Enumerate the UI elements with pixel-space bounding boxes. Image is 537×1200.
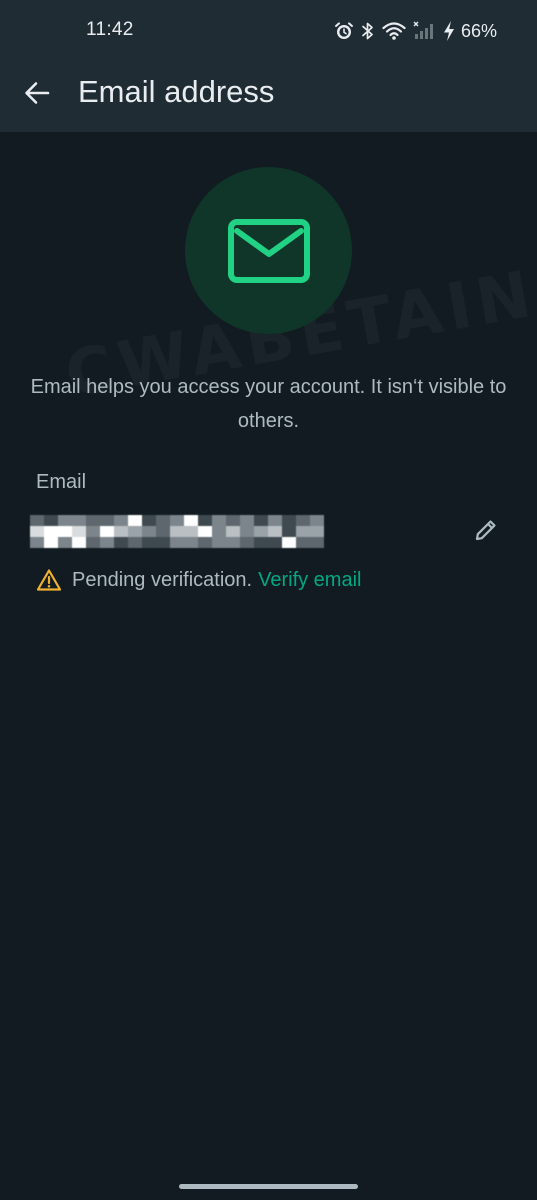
redaction-pixel [100,525,114,537]
redaction-pixel [58,514,72,526]
redaction-pixel [282,525,296,537]
redaction-pixel [268,525,282,537]
redaction-pixel [170,536,184,548]
redaction-pixel [240,536,254,548]
redaction-pixel [198,525,212,537]
redaction-pixel [268,514,282,526]
redaction-pixel [156,525,170,537]
redaction-pixel [156,514,170,526]
status-icons: 66% [334,18,497,44]
alarm-icon [334,21,354,41]
redaction-pixel [254,536,268,548]
redaction-pixel [254,514,268,526]
back-button[interactable] [16,72,58,114]
redaction-pixel [128,536,142,548]
redaction-pixel [226,514,240,526]
redaction-pixel [72,525,86,537]
redaction-pixel [128,525,142,537]
redaction-pixel [296,514,310,526]
envelope-icon [227,218,310,283]
redaction-pixel [296,525,310,537]
redaction-pixel [44,536,58,548]
redaction-pixel [198,536,212,548]
redaction-pixel [184,525,198,537]
app-bar: Email address [0,62,537,132]
redaction-pixel [296,536,310,548]
redaction-pixel [86,514,100,526]
no-signal-icon [413,21,435,41]
redaction-pixel [30,514,44,526]
warning-icon [36,569,62,591]
redaction-pixel [240,525,254,537]
redaction-pixel [100,536,114,548]
redaction-pixel [282,514,296,526]
page-title: Email address [78,74,275,109]
redaction-pixel [58,525,72,537]
redaction-pixel [282,536,296,548]
redaction-pixel [254,525,268,537]
pencil-icon [475,520,496,541]
redaction-pixel [30,525,44,537]
redaction-pixel [58,536,72,548]
gesture-nav-handle[interactable] [179,1184,358,1189]
verification-status-row: Pending verification. Verify email [36,565,361,595]
redaction-pixel [226,525,240,537]
redaction-pixel [128,514,142,526]
bluetooth-icon [361,21,375,41]
redaction-pixel [226,536,240,548]
redaction-pixel [310,536,324,548]
redaction-pixel [114,536,128,548]
redaction-pixel [170,525,184,537]
redaction-pixel [212,525,226,537]
redaction-pixel [268,536,282,548]
charging-icon [442,20,456,42]
redaction-pixel [184,536,198,548]
redaction-pixel [184,514,198,526]
redaction-pixel [86,536,100,548]
edit-email-button[interactable] [469,513,503,547]
email-hero-badge [185,167,352,334]
pending-verification-text: Pending verification. [72,568,253,591]
redaction-pixel [44,525,58,537]
status-time: 11:42 [86,19,134,40]
verify-email-link[interactable]: Verify email [258,569,361,592]
wifi-icon [382,21,406,41]
redaction-pixel [156,536,170,548]
email-value-redacted [30,514,325,548]
description-text: Email helps you access your account. It … [30,376,507,432]
redaction-pixel [72,536,86,548]
redaction-pixel [86,525,100,537]
redaction-pixel [44,514,58,526]
screen: 11:42 66% Email address Email helps you … [0,0,537,1200]
redaction-pixel [310,525,324,537]
redaction-pixel [114,514,128,526]
redaction-pixel [212,514,226,526]
email-label: Email [36,471,87,493]
redaction-pixel [310,514,324,526]
battery-percentage: 66% [460,20,497,41]
redaction-pixel [212,536,226,548]
redaction-pixel [100,514,114,526]
redaction-pixel [142,514,156,526]
arrow-left-icon [25,82,50,104]
redaction-pixel [240,514,254,526]
redaction-pixel [170,514,184,526]
redaction-pixel [72,514,86,526]
redaction-pixel [30,536,44,548]
redaction-pixel [198,514,212,526]
redaction-pixel [142,536,156,548]
redaction-pixel [142,525,156,537]
status-bar: 11:42 66% [0,0,537,62]
redaction-pixel [114,525,128,537]
